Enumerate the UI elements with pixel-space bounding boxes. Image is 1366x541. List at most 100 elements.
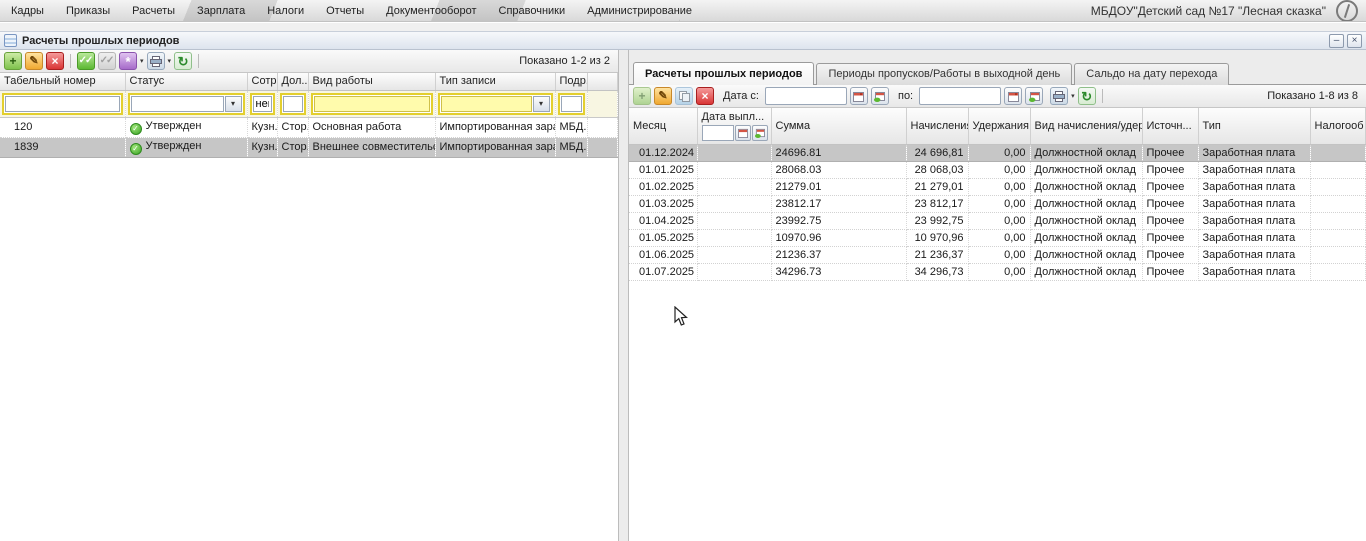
menu-item[interactable]: Приказы <box>55 1 121 21</box>
filter-pay-date-input[interactable] <box>701 124 734 141</box>
refresh-button[interactable]: ↻ <box>1077 87 1096 105</box>
window-list-icon <box>4 34 17 47</box>
date-to-input[interactable] <box>919 87 1002 105</box>
date-to-clear-button[interactable] <box>1025 87 1044 105</box>
filter-employee-input[interactable] <box>252 95 272 112</box>
date-from-clear-button[interactable] <box>870 87 889 105</box>
tab-transition-balance[interactable]: Сальдо на дату перехода <box>1074 63 1230 85</box>
print-button[interactable] <box>1050 87 1069 105</box>
table-row[interactable]: 1839 ✓Утвержден Кузн... Стор... Внешнее … <box>0 137 618 158</box>
filter-work-type-input[interactable] <box>313 95 430 112</box>
column-header[interactable]: Сотр... <box>247 73 278 91</box>
column-header[interactable]: Дол... <box>277 73 309 91</box>
table-row[interactable]: 01.05.2025 10970.96 10 970,96 0,00 Должн… <box>629 229 1366 247</box>
filter-status-input[interactable] <box>130 95 224 112</box>
table-row[interactable]: 01.01.2025 28068.03 28 068,03 0,00 Должн… <box>629 161 1366 179</box>
calendar-icon <box>1007 91 1019 102</box>
column-header[interactable]: Подр... <box>555 73 588 91</box>
table-row[interactable]: 01.03.2025 23812.17 23 812,17 0,00 Должн… <box>629 195 1366 213</box>
employees-header-row: Табельный номер Статус Сотр... Дол... Ви… <box>0 73 618 91</box>
menu-item[interactable]: Налоги <box>256 1 315 21</box>
logout-icon[interactable] <box>1336 0 1358 21</box>
main-area: + ✎ × ✓✓ ✓✓ * ▾ ▾ ↻ Показано 1-2 из 2 Та… <box>0 50 1366 541</box>
toolbar-separator <box>70 54 71 68</box>
calendar-icon <box>737 128 748 138</box>
date-from-input[interactable] <box>764 87 847 105</box>
minimize-button[interactable]: – <box>1329 33 1344 48</box>
filter-department-input[interactable] <box>560 95 582 112</box>
table-row[interactable]: 01.07.2025 34296.73 34 296,73 0,00 Должн… <box>629 263 1366 281</box>
delete-button[interactable]: × <box>696 87 714 105</box>
column-header[interactable]: Вид начисления/удержания <box>1030 108 1143 145</box>
menu-item[interactable]: Отчеты <box>315 1 375 21</box>
menu-item[interactable]: Справочники <box>488 1 577 21</box>
column-header[interactable]: Налогооб <box>1310 108 1366 145</box>
table-row[interactable]: 120 ✓Утвержден Кузн... Стор... Основная … <box>0 117 618 138</box>
column-header[interactable]: Месяц <box>629 108 698 145</box>
copy-button[interactable] <box>675 87 693 105</box>
print-dropdown-icon[interactable]: ▾ <box>168 57 172 65</box>
window-title-bar: Расчеты прошлых периодов – × <box>0 31 1366 50</box>
column-header[interactable]: Источн... <box>1142 108 1199 145</box>
column-header-filler <box>587 73 618 91</box>
menu-item[interactable]: Администрирование <box>576 1 703 21</box>
menu-item[interactable]: Зарплата <box>186 1 256 21</box>
toolbar-separator <box>1101 89 1103 103</box>
print-dropdown-icon[interactable]: ▾ <box>1071 92 1075 100</box>
filter-position-input[interactable] <box>282 95 303 112</box>
copy-icon <box>678 90 690 102</box>
refresh-button[interactable]: ↻ <box>174 52 193 70</box>
edit-button[interactable]: ✎ <box>654 87 672 105</box>
delete-button[interactable]: × <box>46 52 64 70</box>
column-header[interactable]: Тип записи <box>435 73 556 91</box>
add-button[interactable]: + <box>4 52 22 70</box>
panel-splitter[interactable] <box>620 50 628 541</box>
calendar-icon <box>853 91 865 102</box>
menu-gap-strip <box>0 23 1366 31</box>
pay-date-calendar-button[interactable] <box>734 124 751 141</box>
column-header[interactable]: Статус <box>125 73 248 91</box>
date-from-label: Дата с: <box>723 90 759 102</box>
filter-tab-number-input[interactable] <box>5 95 120 112</box>
top-menu-bar: Кадры Приказы Расчеты Зарплата Налоги Отчеты Д… <box>0 0 1366 22</box>
menu-item[interactable]: Документооборот <box>375 1 487 21</box>
printer-icon <box>149 55 162 67</box>
tab-past-period-calculations[interactable]: Расчеты прошлых периодов <box>633 62 815 85</box>
date-from-calendar-button[interactable] <box>849 87 868 105</box>
actions-dropdown-icon[interactable]: ▾ <box>140 57 144 65</box>
tab-absence-periods[interactable]: Периоды пропусков/Работы в выходной день <box>816 63 1073 85</box>
column-header[interactable]: Сумма <box>771 108 907 145</box>
print-button[interactable] <box>146 52 165 70</box>
column-header[interactable]: Тип <box>1198 108 1311 145</box>
filter-record-type-input[interactable] <box>440 95 532 112</box>
column-header[interactable]: Дата выпл... <box>697 108 772 145</box>
menu-item[interactable]: Кадры <box>0 1 55 21</box>
right-panel: Расчеты прошлых периодов Периоды пропуск… <box>628 50 1366 541</box>
edit-button[interactable]: ✎ <box>25 52 43 70</box>
approve-button[interactable]: ✓✓ <box>77 52 95 70</box>
close-button[interactable]: × <box>1347 33 1362 48</box>
date-to-calendar-button[interactable] <box>1004 87 1023 105</box>
menu-item[interactable]: Расчеты <box>121 1 186 21</box>
filter-record-type-dropdown-icon[interactable]: ▾ <box>532 95 550 112</box>
add-button[interactable]: + <box>633 87 651 105</box>
left-shown-count: Показано 1-2 из 2 <box>519 55 610 67</box>
column-header[interactable]: Начисления <box>906 108 969 145</box>
table-row[interactable]: 01.12.2024 24696.81 24 696,81 0,00 Должн… <box>629 144 1366 162</box>
column-header[interactable]: Вид работы <box>308 73 436 91</box>
table-row[interactable]: 01.06.2025 21236.37 21 236,37 0,00 Должн… <box>629 246 1366 264</box>
table-row[interactable]: 01.02.2025 21279.01 21 279,01 0,00 Должн… <box>629 178 1366 196</box>
organization-name: МБДОУ"Детский сад №17 "Лесная сказка" <box>1090 3 1326 18</box>
right-tabstrip: Расчеты прошлых периодов Периоды пропуск… <box>629 50 1366 85</box>
calendar-clear-icon <box>754 128 765 138</box>
pay-date-clear-button[interactable] <box>751 124 768 141</box>
printer-icon <box>1053 90 1066 102</box>
employees-filter-row: ▾ ▾ <box>0 90 618 118</box>
approved-status-icon: ✓ <box>129 142 142 155</box>
column-header[interactable]: Удержания <box>968 108 1031 145</box>
column-header[interactable]: Табельный номер <box>0 73 126 91</box>
table-row[interactable]: 01.04.2025 23992.75 23 992,75 0,00 Должн… <box>629 212 1366 230</box>
actions-button[interactable]: * <box>119 52 137 70</box>
filter-status-dropdown-icon[interactable]: ▾ <box>224 95 242 112</box>
unapprove-button[interactable]: ✓✓ <box>98 52 116 70</box>
